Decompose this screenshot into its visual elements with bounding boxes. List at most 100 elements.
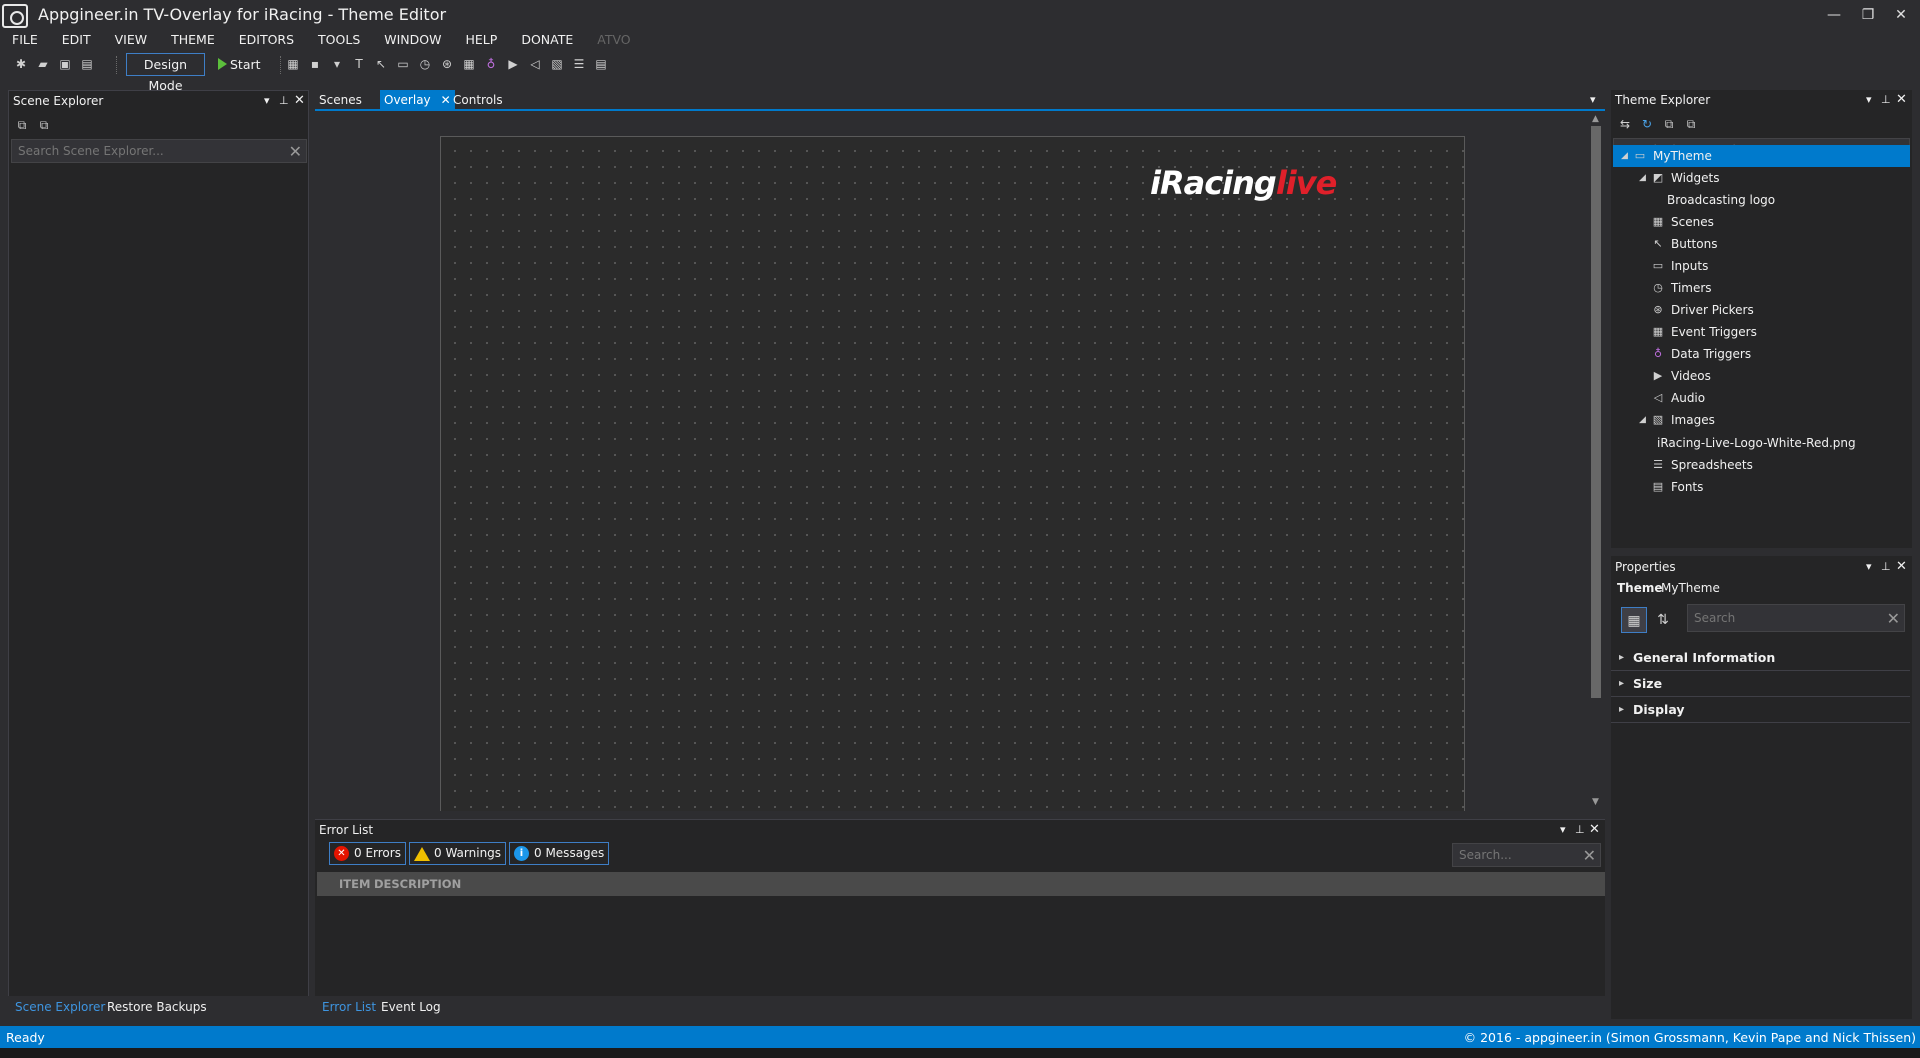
messages-filter-button[interactable]: i 0 Messages: [509, 842, 610, 865]
error-search-box[interactable]: ✕: [1452, 843, 1601, 867]
tab-list-icon[interactable]: ▾: [1590, 93, 1596, 106]
pin-icon[interactable]: ⊥: [279, 94, 289, 107]
error-search-input[interactable]: [1453, 844, 1578, 866]
warnings-filter-button[interactable]: 0 Warnings: [409, 842, 507, 865]
tree-item[interactable]: ▶ Videos: [1613, 365, 1910, 387]
copy-icon[interactable]: ⧉: [37, 118, 51, 132]
minimize-button[interactable]: —: [1819, 4, 1849, 26]
sort-alphabetical-icon[interactable]: ⇅: [1650, 607, 1676, 633]
tree-item[interactable]: ⊛ Driver Pickers: [1613, 299, 1910, 321]
menu-file[interactable]: FILE: [0, 30, 50, 50]
refresh-icon[interactable]: ↻: [1640, 117, 1654, 131]
expand-arrow-icon[interactable]: ◢: [1639, 167, 1646, 189]
tab-event-log[interactable]: Event Log: [381, 1000, 441, 1014]
add-dropdown-icon[interactable]: ▾: [330, 57, 344, 71]
scrollbar-thumb[interactable]: [1591, 126, 1601, 698]
properties-search-input[interactable]: [1688, 605, 1872, 631]
tree-item[interactable]: ▦ Scenes: [1613, 211, 1910, 233]
property-section[interactable]: Size: [1611, 671, 1910, 697]
new-theme-icon[interactable]: ✱: [14, 57, 28, 71]
tree-item[interactable]: ▭ Inputs: [1613, 255, 1910, 277]
expand-arrow-icon[interactable]: ◢: [1621, 145, 1628, 167]
add-image-icon[interactable]: ▧: [550, 57, 564, 71]
pin-icon[interactable]: ⊥: [1881, 560, 1891, 573]
panel-dropdown-icon[interactable]: ▾: [1866, 93, 1872, 106]
add-text-icon[interactable]: T: [352, 57, 366, 71]
add-font-icon[interactable]: ▤: [594, 57, 608, 71]
menu-help[interactable]: HELP: [454, 30, 510, 50]
pin-icon[interactable]: ⊥: [1881, 93, 1891, 106]
tree-item[interactable]: ♁ Data Triggers: [1613, 343, 1910, 365]
tree-item[interactable]: ◷ Timers: [1613, 277, 1910, 299]
tree-item[interactable]: ◁ Audio: [1613, 387, 1910, 409]
properties-search-box[interactable]: ✕: [1687, 604, 1905, 632]
add-video-icon[interactable]: ▶: [506, 57, 520, 71]
pin-icon[interactable]: ⊥: [1575, 823, 1585, 836]
tree-item[interactable]: ◢ ◩ Widgets: [1613, 167, 1910, 189]
close-icon[interactable]: ✕: [1589, 822, 1600, 837]
close-icon[interactable]: ✕: [294, 93, 305, 108]
add-input-icon[interactable]: ▭: [396, 57, 410, 71]
tree-item[interactable]: ◢ ▭ MyTheme: [1613, 145, 1910, 167]
open-folder-icon[interactable]: ▰: [36, 57, 50, 71]
clear-search-icon[interactable]: ✕: [1583, 846, 1596, 865]
property-section[interactable]: Display: [1611, 697, 1910, 723]
overlay-canvas[interactable]: [440, 136, 1465, 811]
save-icon[interactable]: ▣: [58, 57, 72, 71]
clear-search-icon[interactable]: ✕: [1887, 609, 1900, 628]
add-spreadsheet-icon[interactable]: ☰: [572, 57, 586, 71]
categorized-view-icon[interactable]: ▦: [1621, 607, 1647, 633]
menu-edit[interactable]: EDIT: [50, 30, 103, 50]
panel-dropdown-icon[interactable]: ▾: [264, 94, 270, 107]
menu-donate[interactable]: DONATE: [509, 30, 585, 50]
menu-window[interactable]: WINDOW: [372, 30, 453, 50]
add-timer-icon[interactable]: ◷: [418, 57, 432, 71]
tab-overlay[interactable]: Overlay ✕: [380, 90, 455, 110]
tab-controls[interactable]: Controls: [449, 90, 507, 110]
start-button[interactable]: Start: [230, 57, 261, 72]
expand-arrow-icon[interactable]: ◢: [1639, 409, 1646, 431]
tree-item[interactable]: ↖ Buttons: [1613, 233, 1910, 255]
tab-scene-explorer[interactable]: Scene Explorer: [15, 1000, 105, 1014]
copy-icon[interactable]: ⧉: [1684, 117, 1698, 131]
panel-dropdown-icon[interactable]: ▾: [1866, 560, 1872, 573]
tab-error-list[interactable]: Error List: [322, 1000, 376, 1014]
panel-dropdown-icon[interactable]: ▾: [1560, 823, 1566, 836]
add-button-icon[interactable]: ↖: [374, 57, 388, 71]
tree-item[interactable]: ◢ ▧ Images: [1613, 409, 1910, 431]
broadcasting-logo[interactable]: iRacinglive: [1150, 164, 1337, 202]
maximize-button[interactable]: ❐: [1853, 4, 1883, 26]
sync-icon[interactable]: ⇆: [1618, 117, 1632, 131]
tree-item[interactable]: ▦ Event Triggers: [1613, 321, 1910, 343]
scene-search-input[interactable]: [12, 140, 262, 162]
tab-scenes[interactable]: Scenes: [315, 90, 366, 110]
menu-tools[interactable]: TOOLS: [306, 30, 372, 50]
tree-item[interactable]: Broadcasting logo: [1613, 189, 1910, 211]
column-item[interactable]: ITEM: [339, 877, 370, 891]
close-icon[interactable]: ✕: [1896, 92, 1907, 107]
add-widget-icon[interactable]: ▪: [308, 57, 322, 71]
scene-search-box[interactable]: ✕: [11, 139, 307, 163]
collapse-icon[interactable]: ⧉: [15, 118, 29, 132]
close-window-button[interactable]: ✕: [1886, 4, 1916, 26]
start-play-icon[interactable]: [218, 58, 227, 70]
menu-editors[interactable]: EDITORS: [227, 30, 306, 50]
column-description[interactable]: DESCRIPTION: [374, 877, 461, 891]
save-all-icon[interactable]: ▤: [80, 57, 94, 71]
scroll-up-icon[interactable]: ▲: [1592, 114, 1599, 124]
clear-search-icon[interactable]: ✕: [289, 142, 302, 161]
design-mode-button[interactable]: Design Mode: [126, 53, 205, 93]
tree-item[interactable]: ☰ Spreadsheets: [1613, 454, 1910, 476]
add-scene-icon[interactable]: ▦: [286, 57, 300, 71]
close-icon[interactable]: ✕: [1896, 559, 1907, 574]
add-event-trigger-icon[interactable]: ▦: [462, 57, 476, 71]
tree-item[interactable]: ▤ Fonts: [1613, 476, 1910, 498]
errors-filter-button[interactable]: ✕ 0 Errors: [329, 842, 406, 865]
add-data-trigger-icon[interactable]: ♁: [484, 57, 498, 71]
tree-item[interactable]: iRacing-Live-Logo-White-Red.png: [1613, 432, 1910, 454]
scroll-down-icon[interactable]: ▼: [1592, 797, 1599, 807]
add-driver-picker-icon[interactable]: ⊛: [440, 57, 454, 71]
tab-restore-backups[interactable]: Restore Backups: [107, 1000, 207, 1014]
property-section[interactable]: General Information: [1611, 645, 1910, 671]
menu-theme[interactable]: THEME: [159, 30, 227, 50]
